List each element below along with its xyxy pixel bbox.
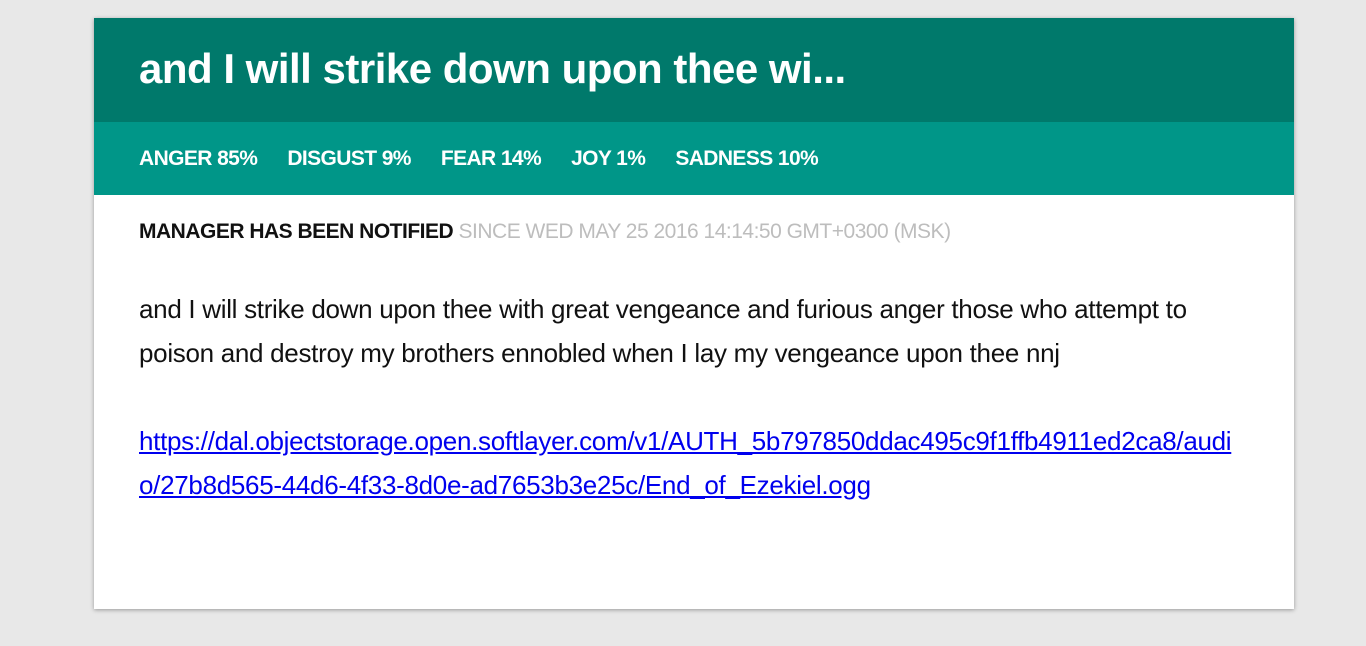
emotion-sadness: SADNESS 10%: [675, 146, 819, 170]
card-title: and I will strike down upon thee wi...: [139, 45, 846, 92]
emotion-bar: ANGER 85% DISGUST 9% FEAR 14% JOY 1% SAD…: [94, 122, 1294, 195]
message-text: and I will strike down upon thee with gr…: [139, 294, 1187, 368]
message-card: and I will strike down upon thee wi... A…: [94, 18, 1294, 609]
emotion-fear: FEAR 14%: [440, 146, 542, 170]
audio-link[interactable]: https://dal.objectstorage.open.softlayer…: [139, 419, 1236, 507]
card-body: Manager has been notified since Wed May …: [94, 195, 1294, 507]
emotion-joy: JOY 1%: [571, 146, 646, 170]
status-since: since Wed May 25 2016 14:14:50 GMT+0300 …: [458, 220, 952, 243]
card-header: and I will strike down upon thee wi...: [94, 18, 1294, 122]
status-label: Manager has been notified: [139, 220, 454, 243]
emotion-anger: ANGER 85%: [139, 146, 258, 170]
emotion-disgust: DISGUST 9%: [287, 146, 411, 170]
status-line: Manager has been notified since Wed May …: [139, 217, 1236, 247]
